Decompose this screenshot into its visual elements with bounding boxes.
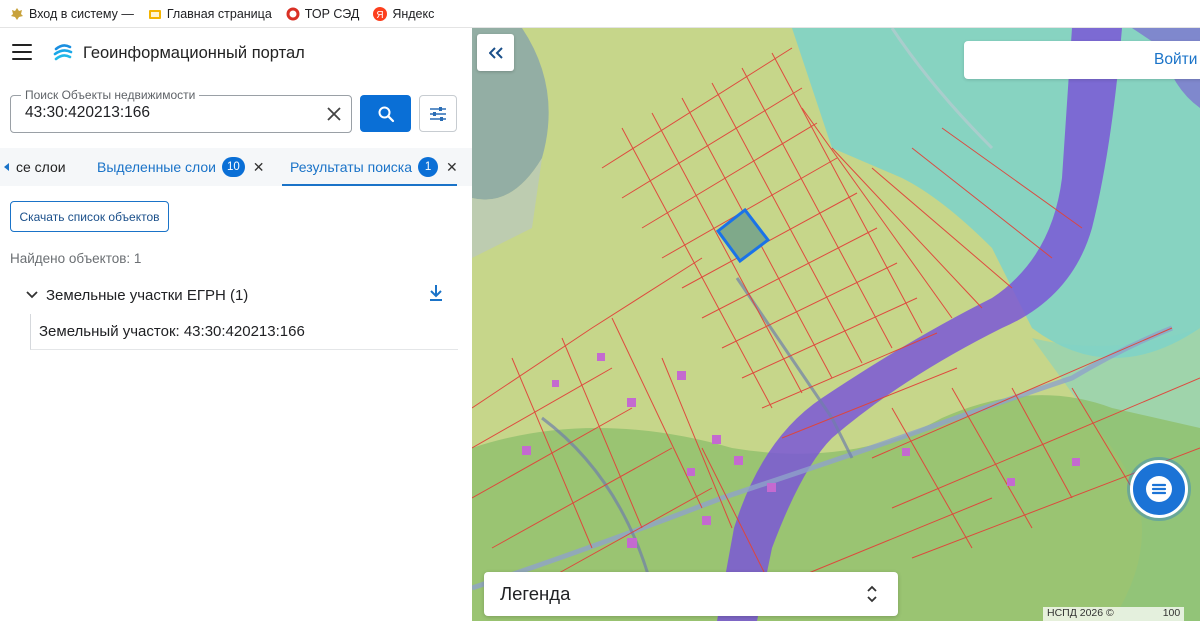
list-item[interactable]: Земельный участок: 43:30:420213:166 xyxy=(30,314,458,350)
login-button[interactable]: Войти xyxy=(964,41,1200,79)
sliders-icon xyxy=(430,106,446,121)
map-view[interactable] xyxy=(472,28,1200,621)
yandex-icon: Я xyxy=(373,6,388,21)
chat-button[interactable] xyxy=(1130,460,1188,518)
count-badge: 1 xyxy=(418,157,439,177)
search-button[interactable] xyxy=(360,95,411,132)
bookmark-yandex[interactable]: Я Яндекс xyxy=(373,6,435,21)
results-count: Найдено объектов: 1 xyxy=(10,251,142,266)
menu-icon[interactable] xyxy=(12,44,32,60)
bookmark-tor-sed[interactable]: ТОР СЭД xyxy=(286,6,360,21)
bookmark-label: ТОР СЭД xyxy=(304,6,360,21)
map-copyright: НСПД 2026 © 100 xyxy=(1043,607,1185,621)
clear-icon[interactable] xyxy=(325,105,343,123)
copyright-text: НСПД 2026 © xyxy=(1047,607,1114,619)
search-field[interactable]: Поиск Объекты недвижимости xyxy=(10,88,352,133)
collapse-panel-button[interactable] xyxy=(477,34,514,71)
legend-panel[interactable]: Легенда xyxy=(484,572,898,616)
bookmark-label: Яндекс xyxy=(392,6,435,21)
search-field-label: Поиск Объекты недвижимости xyxy=(21,88,200,102)
svg-text:Я: Я xyxy=(377,10,384,21)
bookmark-home[interactable]: Главная страница xyxy=(148,7,272,21)
tab-search-results[interactable]: Результаты поиска 1 ✕ xyxy=(290,148,458,186)
result-group-header[interactable]: Земельные участки ЕГРН (1) xyxy=(26,284,446,306)
chat-icon xyxy=(1146,476,1172,502)
bookmark-login[interactable]: Вход в систему — xyxy=(10,7,134,21)
count-badge: 10 xyxy=(221,157,245,177)
close-icon[interactable]: ✕ xyxy=(253,159,265,176)
tab-label: Результаты поиска xyxy=(290,159,413,175)
tabs-bar: се слои Выделенные слои 10 ✕ Результаты … xyxy=(0,148,472,186)
tab-selected-layers[interactable]: Выделенные слои 10 ✕ xyxy=(97,148,265,186)
folder-icon xyxy=(148,9,161,19)
result-group-label: Земельные участки ЕГРН (1) xyxy=(46,286,249,304)
search-icon xyxy=(378,106,394,122)
download-list-button[interactable]: Скачать список объектов xyxy=(10,201,169,232)
tab-label: Выделенные слои xyxy=(97,159,216,175)
panel-header: Геоинформационный портал xyxy=(0,28,472,78)
chevron-down-icon xyxy=(26,291,38,299)
emblem-icon xyxy=(11,7,23,20)
page-title: Геоинформационный портал xyxy=(83,44,305,62)
active-tab-indicator xyxy=(282,184,457,186)
bookmark-label: Главная страница xyxy=(166,6,272,21)
copyright-tail: 100 xyxy=(1162,607,1181,619)
filter-button[interactable] xyxy=(419,95,457,132)
tab-all-layers[interactable]: се слои xyxy=(4,148,66,186)
ring-icon xyxy=(286,7,300,20)
legend-label: Легенда xyxy=(500,583,571,604)
portal-logo-icon xyxy=(53,44,73,61)
search-input[interactable] xyxy=(25,104,315,122)
double-chevron-left-icon xyxy=(488,46,503,59)
close-icon[interactable]: ✕ xyxy=(446,159,458,176)
map-canvas[interactable] xyxy=(472,28,1200,621)
expand-collapse-icon[interactable] xyxy=(866,585,878,603)
bookmarks-bar: Вход в систему — Главная страница ТОР СЭ… xyxy=(0,0,1200,28)
search-panel: Геоинформационный портал Поиск Объекты н… xyxy=(0,28,472,621)
chevron-left-icon[interactable] xyxy=(4,163,10,171)
tab-label: се слои xyxy=(16,159,66,175)
download-icon[interactable] xyxy=(428,284,444,302)
bookmark-label: Вход в систему — xyxy=(29,6,134,21)
